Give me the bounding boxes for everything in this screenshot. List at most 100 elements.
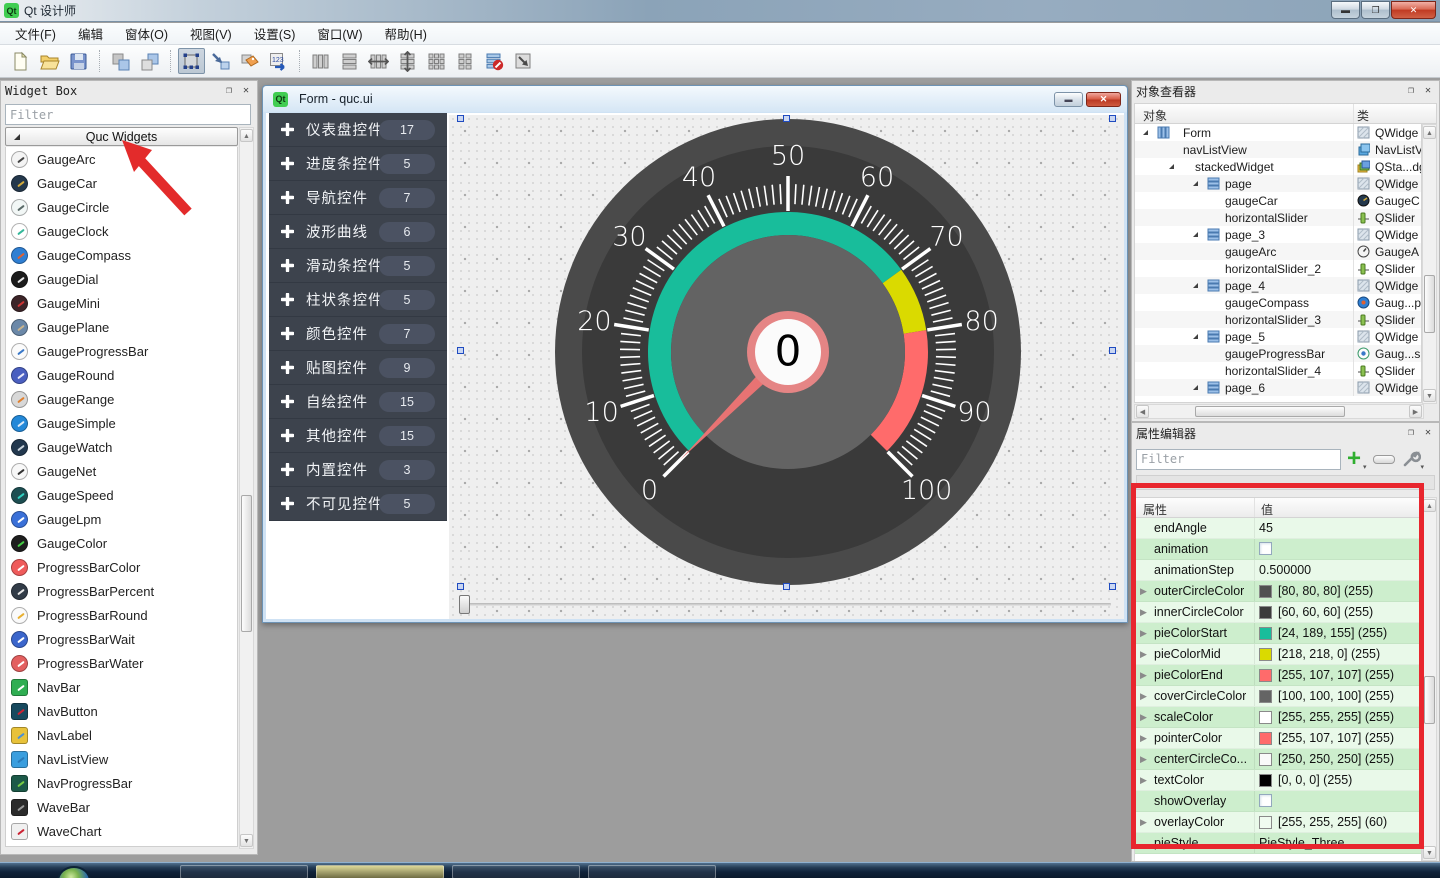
object-tree-row-Form[interactable]: FormQWidge bbox=[1135, 124, 1421, 141]
nav-item[interactable]: 波形曲线6 bbox=[269, 215, 447, 249]
layout-vertical-button[interactable] bbox=[336, 48, 363, 74]
widget-item-progressbarwater[interactable]: ProgressBarWater bbox=[6, 651, 237, 675]
close-button[interactable]: ✕ bbox=[1391, 1, 1436, 19]
widget-item-navbutton[interactable]: NavButton bbox=[6, 699, 237, 723]
float-dock-icon[interactable]: ❐ bbox=[1404, 85, 1418, 98]
open-file-button[interactable] bbox=[36, 48, 63, 74]
widget-item-progressbarwait[interactable]: ProgressBarWait bbox=[6, 627, 237, 651]
layout-grid-button[interactable] bbox=[423, 48, 450, 74]
edit-tab-order-button[interactable]: 123 bbox=[265, 48, 292, 74]
taskbar-app-button[interactable] bbox=[452, 865, 580, 878]
widget-item-gaugerange[interactable]: GaugeRange bbox=[6, 387, 237, 411]
scroll-down-icon[interactable]: ▼ bbox=[1423, 846, 1436, 859]
form-titlebar[interactable]: Qt Form - quc.ui ▬ ✕ bbox=[263, 86, 1127, 112]
object-tree-row-page_3[interactable]: page_3QWidge bbox=[1135, 226, 1421, 243]
form-close-button[interactable]: ✕ bbox=[1086, 92, 1121, 107]
widget-filter-input[interactable] bbox=[5, 104, 251, 125]
selection-handle[interactable] bbox=[457, 347, 464, 354]
widget-item-gaugespeed[interactable]: GaugeSpeed bbox=[6, 483, 237, 507]
nav-item[interactable]: 柱状条控件5 bbox=[269, 283, 447, 317]
widget-item-gaugeprogressbar[interactable]: GaugeProgressBar bbox=[6, 339, 237, 363]
menu-item[interactable]: 设置(S) bbox=[243, 21, 307, 46]
configure-wrench-icon[interactable] bbox=[1401, 449, 1421, 469]
gauge-arc-widget[interactable]: 01020304050607080901000 bbox=[554, 118, 1022, 586]
adjust-size-button[interactable] bbox=[510, 48, 537, 74]
widget-item-gaugesimple[interactable]: GaugeSimple bbox=[6, 411, 237, 435]
new-file-button[interactable] bbox=[7, 48, 34, 74]
edit-signals-slots-button[interactable] bbox=[207, 48, 234, 74]
scroll-down-icon[interactable]: ▼ bbox=[1423, 389, 1436, 402]
selection-handle[interactable] bbox=[457, 583, 464, 590]
taskbar-app-button[interactable] bbox=[588, 865, 716, 878]
menu-item[interactable]: 窗口(W) bbox=[306, 21, 373, 46]
object-tree-row-gaugeArc[interactable]: gaugeArcGaugeA bbox=[1135, 243, 1421, 260]
widget-item-gaugelpm[interactable]: GaugeLpm bbox=[6, 507, 237, 531]
widget-item-gaugeround[interactable]: GaugeRound bbox=[6, 363, 237, 387]
menu-item[interactable]: 文件(F) bbox=[4, 21, 67, 46]
expand-icon[interactable] bbox=[1143, 130, 1148, 135]
scroll-up-icon[interactable]: ▲ bbox=[1423, 499, 1436, 512]
edit-widgets-button[interactable] bbox=[178, 48, 205, 74]
scroll-up-icon[interactable]: ▲ bbox=[240, 129, 253, 142]
expand-icon[interactable] bbox=[1193, 385, 1198, 390]
scroll-up-icon[interactable]: ▲ bbox=[1423, 126, 1436, 139]
selection-handle[interactable] bbox=[783, 115, 790, 122]
edit-buddies-button[interactable] bbox=[236, 48, 263, 74]
form-minimize-button[interactable]: ▬ bbox=[1054, 92, 1083, 107]
scroll-left-icon[interactable]: ◀ bbox=[1136, 405, 1149, 418]
property-filter-input[interactable] bbox=[1136, 449, 1341, 470]
object-tree-row-navListView[interactable]: navListViewNavListV bbox=[1135, 141, 1421, 158]
nav-item[interactable]: 其他控件15 bbox=[269, 419, 447, 453]
widget-lower-button[interactable] bbox=[136, 48, 163, 74]
layout-horizontal-button[interactable] bbox=[307, 48, 334, 74]
widget-item-progressbarround[interactable]: ProgressBarRound bbox=[6, 603, 237, 627]
close-dock-icon[interactable]: ✕ bbox=[1421, 85, 1435, 98]
float-dock-icon[interactable]: ❐ bbox=[222, 85, 236, 98]
object-tree-hscrollbar[interactable]: ◀ ▶ bbox=[1134, 404, 1424, 419]
scroll-right-icon[interactable]: ▶ bbox=[1409, 405, 1422, 418]
layout-form-button[interactable] bbox=[452, 48, 479, 74]
form-canvas[interactable]: 01020304050607080901000 bbox=[449, 115, 1124, 619]
add-property-icon[interactable]: + bbox=[1347, 449, 1361, 469]
horizontal-slider-handle[interactable] bbox=[459, 595, 470, 614]
close-dock-icon[interactable]: ✕ bbox=[239, 85, 253, 98]
widget-item-gaugemini[interactable]: GaugeMini bbox=[6, 291, 237, 315]
widget-item-navprogressbar[interactable]: NavProgressBar bbox=[6, 771, 237, 795]
object-tree-row-gaugeCompass[interactable]: gaugeCompassGaug...p bbox=[1135, 294, 1421, 311]
selection-handle[interactable] bbox=[1109, 115, 1116, 122]
widget-item-gaugecolor[interactable]: GaugeColor bbox=[6, 531, 237, 555]
menu-item[interactable]: 窗体(O) bbox=[114, 21, 179, 46]
widget-item-navbar[interactable]: NavBar bbox=[6, 675, 237, 699]
widget-item-wavechart[interactable]: WaveChart bbox=[6, 819, 237, 843]
selection-handle[interactable] bbox=[457, 115, 464, 122]
layout-split-vertical-button[interactable] bbox=[394, 48, 421, 74]
float-dock-icon[interactable]: ❐ bbox=[1404, 427, 1418, 440]
object-tree-row-page_5[interactable]: page_5QWidge bbox=[1135, 328, 1421, 345]
widget-item-navlistview[interactable]: NavListView bbox=[6, 747, 237, 771]
expand-icon[interactable] bbox=[1169, 164, 1174, 169]
object-tree-row-page_4[interactable]: page_4QWidge bbox=[1135, 277, 1421, 294]
nav-item[interactable]: 不可见控件5 bbox=[269, 487, 447, 521]
scroll-down-icon[interactable]: ▼ bbox=[240, 834, 253, 847]
nav-item[interactable]: 内置控件3 bbox=[269, 453, 447, 487]
nav-item[interactable]: 滑动条控件5 bbox=[269, 249, 447, 283]
property-vscrollbar[interactable]: ▲ ▼ bbox=[1422, 497, 1437, 861]
object-tree-row-page_6[interactable]: page_6QWidge bbox=[1135, 379, 1421, 396]
widget-list-scrollbar[interactable]: ▲ ▼ bbox=[239, 127, 254, 849]
nav-item[interactable]: 颜色控件7 bbox=[269, 317, 447, 351]
nav-item[interactable]: 仪表盘控件17 bbox=[269, 113, 447, 147]
object-tree-row-gaugeCar[interactable]: gaugeCarGaugeC bbox=[1135, 192, 1421, 209]
selection-handle[interactable] bbox=[1109, 347, 1116, 354]
break-layout-button[interactable] bbox=[481, 48, 508, 74]
selection-handle[interactable] bbox=[1109, 583, 1116, 590]
widget-item-gaugedial[interactable]: GaugeDial bbox=[6, 267, 237, 291]
object-tree-row-horizontalSlider_2[interactable]: horizontalSlider_2QSlider bbox=[1135, 260, 1421, 277]
widget-item-gaugecompass[interactable]: GaugeCompass bbox=[6, 243, 237, 267]
menu-item[interactable]: 编辑 bbox=[67, 21, 114, 46]
close-dock-icon[interactable]: ✕ bbox=[1421, 427, 1435, 440]
remove-property-icon[interactable] bbox=[1373, 455, 1395, 464]
object-tree-row-gaugeProgressBar[interactable]: gaugeProgressBarGaug...s bbox=[1135, 345, 1421, 362]
widget-item-progressbarcolor[interactable]: ProgressBarColor bbox=[6, 555, 237, 579]
nav-item[interactable]: 自绘控件15 bbox=[269, 385, 447, 419]
minimize-button[interactable]: ▬ bbox=[1331, 1, 1360, 19]
